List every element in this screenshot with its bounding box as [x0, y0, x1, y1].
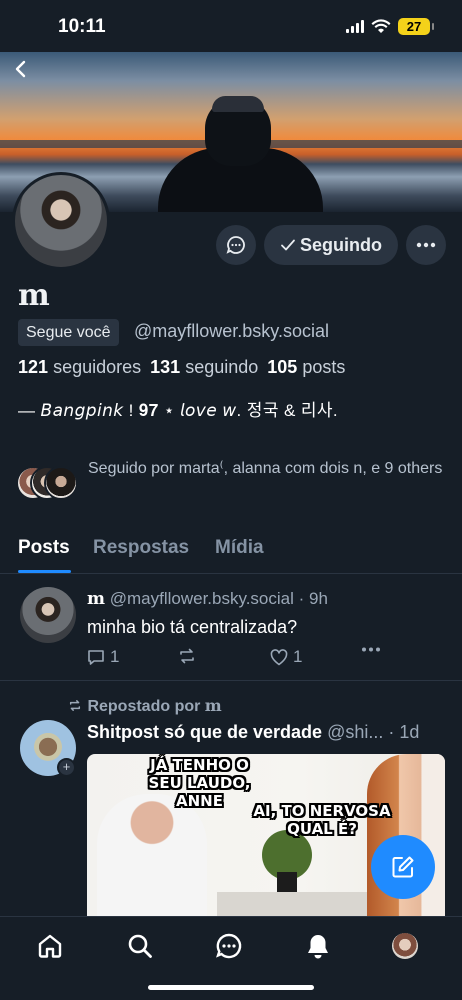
profile-handle: @mayfllower.bsky.social — [134, 321, 329, 341]
following-stat[interactable]: 131 seguindo — [150, 357, 258, 378]
following-button[interactable]: Seguindo — [264, 225, 398, 265]
repost-prefix: Repostado por — [87, 698, 201, 715]
followed-by-text[interactable]: Seguido por marta⁽, alanna com dois n, e… — [88, 453, 448, 485]
meme-table — [217, 892, 367, 918]
display-name: m — [18, 278, 50, 313]
post-time: · 1d — [388, 722, 420, 742]
post-time: · 9h — [298, 589, 328, 608]
post-actions: 1 1 — [87, 647, 387, 669]
profile-tabs: Posts Respostas Mídia — [0, 530, 462, 574]
battery-icon: 27 — [398, 18, 434, 35]
wifi-icon — [371, 19, 391, 33]
meme-doctor-figure — [97, 794, 207, 918]
home-indicator — [148, 985, 314, 990]
following-count: 131 — [150, 357, 181, 377]
bell-icon — [308, 935, 328, 959]
ellipsis-icon — [416, 242, 436, 248]
like-button[interactable]: 1 — [270, 647, 302, 667]
check-icon — [281, 239, 295, 251]
like-count: 1 — [293, 647, 303, 666]
chat-icon — [216, 933, 242, 959]
nav-notifications[interactable] — [303, 931, 333, 961]
followers-stat[interactable]: 121 seguidores — [18, 357, 141, 378]
meme-caption: JÁ TENHO O SEU LAUDO, ANNE — [148, 756, 251, 810]
follows-you-badge: Segue você — [18, 319, 119, 346]
feed-post[interactable]: m @mayfllower.bsky.social · 9h minha bio… — [0, 575, 462, 681]
post-header: m @mayfllower.bsky.social · 9h — [87, 589, 328, 609]
post-author[interactable]: Shitpost só que de verdade — [87, 722, 322, 742]
tab-posts[interactable]: Posts — [18, 537, 70, 559]
repost-icon — [69, 700, 81, 711]
message-button[interactable] — [216, 225, 256, 265]
post-text: minha bio tá centralizada? — [87, 617, 298, 637]
pencil-square-icon — [392, 856, 414, 878]
profile-avatar[interactable] — [12, 172, 110, 270]
meme-pot — [277, 872, 297, 892]
status-bar: 10:11 27 — [0, 0, 462, 52]
meme-caption: AI, TO NERVOSA QUAL É? — [253, 802, 391, 838]
follow-plus-icon[interactable]: + — [57, 758, 76, 777]
cellular-signal-icon — [346, 20, 364, 33]
more-options-button[interactable] — [406, 225, 446, 265]
followers-count: 121 — [18, 357, 49, 377]
repost-indicator[interactable]: Repostado por m — [67, 696, 222, 716]
nav-search[interactable] — [125, 931, 155, 961]
profile-stats: 121 seguidores 131 seguindo 105 posts — [18, 357, 345, 378]
chat-bubble-icon — [226, 236, 245, 254]
post-handle: @shi... — [327, 722, 384, 742]
posts-count: 105 — [267, 357, 298, 377]
followers-label: seguidores — [53, 357, 142, 377]
status-time: 10:11 — [58, 16, 106, 37]
repost-button[interactable] — [177, 647, 197, 665]
tab-midia[interactable]: Mídia — [215, 537, 264, 559]
followed-by-avatars[interactable] — [16, 466, 78, 500]
avatar — [44, 466, 78, 500]
posts-label: posts — [302, 357, 346, 377]
repost-icon — [180, 648, 194, 664]
following-label: seguindo — [185, 357, 259, 377]
reply-button[interactable]: 1 — [87, 647, 119, 667]
home-icon — [38, 934, 62, 958]
status-icons: 27 — [346, 18, 434, 35]
chevron-left-icon — [15, 60, 26, 78]
nav-chat[interactable] — [214, 931, 244, 961]
compose-button[interactable] — [371, 835, 435, 899]
active-tab-indicator — [18, 570, 71, 573]
search-icon — [128, 934, 152, 958]
posts-stat: 105 posts — [267, 357, 345, 378]
avatar[interactable] — [20, 587, 76, 643]
profile-bio: — 𝘉𝘢𝘯𝘨𝘱𝘪𝘯𝘬 ! 𝟗𝟕 ⋆ 𝘭𝘰𝘷𝘦 𝘸. 정국 & 리사. — [18, 401, 339, 420]
nav-profile-avatar[interactable] — [392, 933, 418, 959]
repost-by: m — [204, 696, 222, 715]
heart-icon — [270, 648, 288, 665]
reply-count: 1 — [110, 647, 120, 666]
post-header: Shitpost só que de verdade @shi... · 1d — [87, 722, 419, 743]
following-button-label: Seguindo — [300, 234, 382, 255]
post-more-button[interactable] — [361, 647, 381, 652]
ellipsis-icon — [362, 647, 380, 652]
nav-home[interactable] — [35, 931, 65, 961]
post-author[interactable]: m — [87, 589, 105, 609]
back-button[interactable] — [8, 58, 34, 84]
tab-respostas[interactable]: Respostas — [93, 537, 189, 559]
reply-icon — [88, 650, 104, 665]
post-handle: @mayfllower.bsky.social — [109, 589, 294, 608]
